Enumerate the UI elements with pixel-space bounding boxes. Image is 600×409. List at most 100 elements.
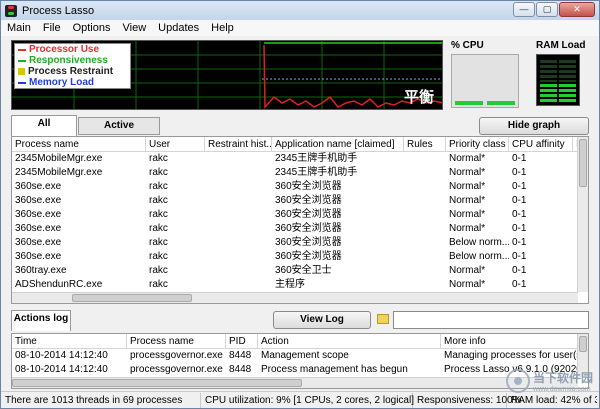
menu-main[interactable]: Main xyxy=(1,22,37,34)
hide-graph-button[interactable]: Hide graph xyxy=(479,117,589,135)
tab-active-processes[interactable]: Active processes xyxy=(78,117,160,147)
process-tabs-row: All processes Active processes Hide grap… xyxy=(1,114,599,147)
view-log-button[interactable]: View Log xyxy=(273,311,371,329)
table-cell: 0-1 xyxy=(512,153,527,164)
legend-swatch-yellow xyxy=(18,68,25,75)
table-cell xyxy=(404,236,446,250)
table-row[interactable]: 360se.exe rakc 360安全浏览器 Normal* 0-1 xyxy=(12,180,588,194)
status-bar: There are 1013 threads in 69 processes C… xyxy=(1,391,599,408)
legend-swatch-green xyxy=(18,59,26,62)
maximize-button[interactable]: ▢ xyxy=(536,2,558,17)
table-cell: Below norm... xyxy=(449,251,509,262)
menu-file[interactable]: File xyxy=(37,22,67,34)
log-col-action[interactable]: Action xyxy=(258,334,441,348)
table-cell: 360se.exe xyxy=(15,209,62,220)
col-rules[interactable]: Rules xyxy=(404,137,446,151)
close-button[interactable]: ✕ xyxy=(559,2,595,17)
tab-actions-log[interactable]: Actions log xyxy=(11,310,71,331)
log-table-header: Time Process name PID Action More info xyxy=(12,334,588,349)
col-priority-class[interactable]: Priority class xyxy=(446,137,509,151)
ram-meter-cell xyxy=(540,64,576,68)
menu-updates[interactable]: Updates xyxy=(152,22,205,34)
legend-swatch-red xyxy=(18,48,26,51)
col-restraint-history[interactable]: Restraint hist... xyxy=(205,137,272,151)
table-cell: Normal* xyxy=(449,195,486,206)
process-table-body: 2345MobileMgr.exe rakc 2345王牌手机助手 Normal* 0-… xyxy=(12,152,588,292)
table-cell: rakc xyxy=(149,167,168,178)
status-cpu: CPU utilization: 9% [1 CPUs, 2 cores, 2 … xyxy=(201,392,414,408)
table-row[interactable]: 2345MobileMgr.exe rakc 2345王牌手机助手 Normal* 0-… xyxy=(12,166,588,180)
table-cell xyxy=(205,250,272,264)
log-col-process-name[interactable]: Process name xyxy=(127,334,226,348)
ram-meter-cell xyxy=(540,59,576,63)
table-cell: Normal* xyxy=(449,223,486,234)
menu-options[interactable]: Options xyxy=(67,22,117,34)
ram-meter-cell xyxy=(540,84,576,88)
table-row[interactable]: 360se.exe rakc 360安全浏览器 Normal* 0-1 xyxy=(12,208,588,222)
ram-meter-cell xyxy=(540,99,576,102)
performance-graph: Processor Use Responsiveness Process Res… xyxy=(11,40,443,110)
graph-legend: Processor Use Responsiveness Process Res… xyxy=(14,43,131,89)
table-cell: 2345MobileMgr.exe xyxy=(15,153,103,164)
process-table-hscroll-thumb[interactable] xyxy=(72,294,192,302)
table-row[interactable]: 2345MobileMgr.exe rakc 2345王牌手机助手 Normal* 0-… xyxy=(12,152,588,166)
log-col-time[interactable]: Time xyxy=(12,334,127,348)
col-cpu-affinity[interactable]: CPU affinity xyxy=(509,137,573,151)
table-row[interactable]: 360se.exe rakc 360安全浏览器 Normal* 0-1 xyxy=(12,194,588,208)
table-cell: 360se.exe xyxy=(15,251,62,262)
cpu-meter-title: % CPU xyxy=(451,40,484,51)
process-table-hscrollbar[interactable] xyxy=(12,292,578,303)
watermark: 当下软件园 www.downxia.com xyxy=(505,369,593,393)
table-cell xyxy=(205,278,272,292)
log-col-more-info[interactable]: More info xyxy=(441,334,578,348)
table-row[interactable]: 360se.exe rakc 360安全浏览器 Normal* 0-1 xyxy=(12,222,588,236)
col-user[interactable]: User xyxy=(146,137,205,151)
title-bar[interactable]: Process Lasso — ▢ ✕ xyxy=(1,1,599,20)
table-cell xyxy=(404,166,446,180)
col-application-name[interactable]: Application name [claimed] xyxy=(272,137,404,151)
table-row[interactable]: 360se.exe rakc 360安全浏览器 Below norm... 0-1 xyxy=(12,236,588,250)
log-cell: 08-10-2014 14:12:40 xyxy=(15,364,108,375)
status-threads: There are 1013 threads in 69 processes xyxy=(1,392,201,408)
process-table-vscroll-thumb[interactable] xyxy=(579,139,587,187)
table-cell: 2345王牌手机助手 xyxy=(275,153,358,164)
log-table-hscroll-thumb[interactable] xyxy=(12,379,302,387)
cpu-core-1-bar xyxy=(455,101,483,105)
main-window: Process Lasso — ▢ ✕ Main File Options Vi… xyxy=(0,0,600,409)
log-cell: Management scope xyxy=(261,350,349,361)
table-cell: 360se.exe xyxy=(15,223,62,234)
table-cell xyxy=(404,250,446,264)
log-row[interactable]: 08-10-2014 14:12:40 processgovernor.exe 84… xyxy=(12,363,588,377)
legend-processor-use: Processor Use xyxy=(15,44,130,55)
ram-meter-cell xyxy=(540,69,576,73)
table-cell: Below norm... xyxy=(449,237,509,248)
menu-view[interactable]: View xyxy=(117,22,153,34)
log-table-hscrollbar[interactable] xyxy=(12,377,578,388)
table-cell: rakc xyxy=(149,153,168,164)
log-col-pid[interactable]: PID xyxy=(226,334,258,348)
log-filter-input[interactable] xyxy=(393,311,589,329)
table-cell: 0-1 xyxy=(512,279,527,290)
log-table-body: 08-10-2014 14:12:40 processgovernor.exe 84… xyxy=(12,349,588,377)
menu-help[interactable]: Help xyxy=(205,22,240,34)
table-cell: 360se.exe xyxy=(15,195,62,206)
ram-meter-cell xyxy=(540,74,576,78)
cpu-meter xyxy=(451,54,519,108)
table-row[interactable]: ADShendunRC.exe rakc 主程序 Normal* 0-1 xyxy=(12,278,588,292)
col-process-name[interactable]: Process name xyxy=(12,137,146,151)
table-cell: 360安全浏览器 xyxy=(275,237,342,248)
status-responsiveness: Responsiveness: 100% xyxy=(413,392,522,408)
table-cell: 0-1 xyxy=(512,237,527,248)
process-table-vscrollbar[interactable] xyxy=(577,137,588,292)
cpu-core-2-bar xyxy=(487,101,515,105)
table-cell xyxy=(404,180,446,194)
table-row[interactable]: 360se.exe rakc 360安全浏览器 Below norm... 0-1 xyxy=(12,250,588,264)
log-row[interactable]: 08-10-2014 14:12:40 processgovernor.exe 84… xyxy=(12,349,588,363)
table-cell: Normal* xyxy=(449,279,486,290)
log-table-vscroll-thumb[interactable] xyxy=(579,336,587,352)
table-cell: 360se.exe xyxy=(15,237,62,248)
table-row[interactable]: 360tray.exe rakc 360安全卫士 Normal* 0-1 xyxy=(12,264,588,278)
minimize-button[interactable]: — xyxy=(513,2,535,17)
table-cell: 360安全浏览器 xyxy=(275,209,342,220)
tab-all-processes[interactable]: All processes xyxy=(11,115,77,145)
